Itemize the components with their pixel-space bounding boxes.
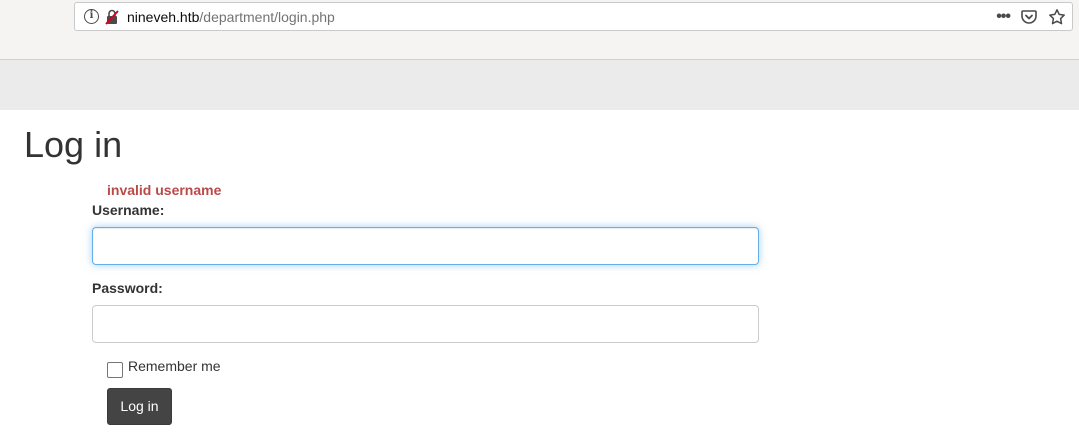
insecure-lock-icon[interactable]	[104, 8, 120, 26]
address-bar[interactable]: i nineveh.htb/department/login.php •••	[74, 2, 1073, 31]
url-host: nineveh.htb	[127, 9, 200, 25]
username-input[interactable]	[92, 227, 759, 265]
url-text[interactable]: nineveh.htb/department/login.php	[127, 8, 335, 26]
error-message: invalid username	[107, 182, 222, 198]
browser-toolbar: i nineveh.htb/department/login.php •••	[0, 0, 1079, 60]
pocket-icon[interactable]	[1020, 8, 1038, 26]
remember-me-label[interactable]: Remember me	[128, 358, 221, 375]
site-navbar	[0, 60, 1079, 110]
password-input[interactable]	[92, 305, 759, 343]
login-button[interactable]: Log in	[107, 388, 172, 425]
more-actions-icon[interactable]: •••	[996, 7, 1011, 27]
remember-me-checkbox[interactable]	[107, 362, 123, 378]
url-path: /department/login.php	[199, 9, 335, 25]
bookmark-star-icon[interactable]	[1048, 8, 1066, 26]
password-label: Password:	[92, 280, 163, 296]
page-title: Log in	[24, 124, 123, 165]
page-actions: •••	[996, 7, 1066, 27]
username-label: Username:	[92, 202, 165, 218]
info-icon[interactable]: i	[84, 9, 99, 24]
